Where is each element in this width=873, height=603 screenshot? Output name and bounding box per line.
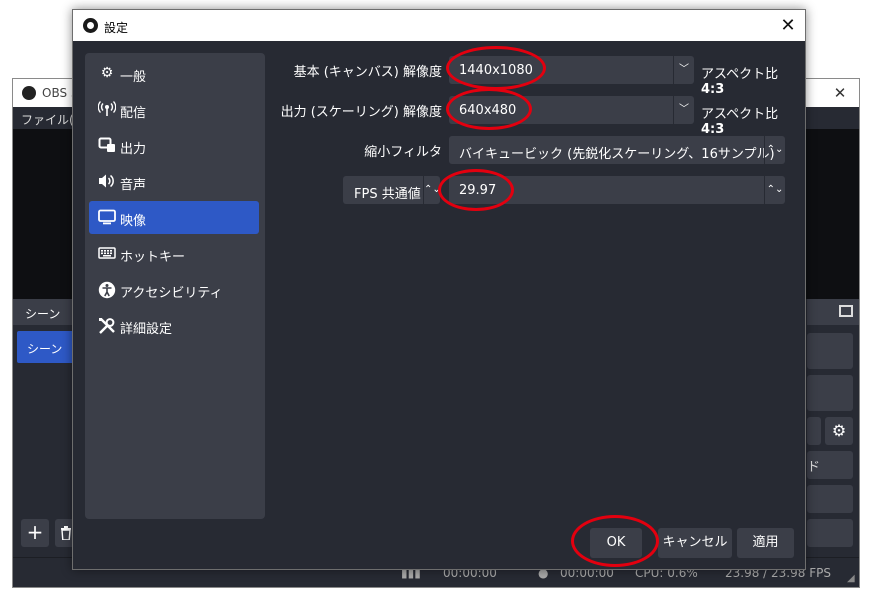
dialog-titlebar: 設定 ✕ [73,10,805,41]
base-resolution-value: 1440x1080 [459,63,533,78]
base-resolution-combo[interactable]: 1440x1080 ﹀ [449,56,694,84]
fps-type-value: FPS 共通値 [354,187,421,202]
chevron-down-icon[interactable]: ﹀ [673,56,694,84]
apply-button[interactable]: 適用 [737,528,794,558]
sidebar-item-hotkeys[interactable]: ホットキー [89,237,259,270]
sidebar-item-label: 出力 [120,142,147,157]
ok-button[interactable]: OK [590,528,642,558]
trash-icon [61,526,71,541]
scenes-dock-title: シーン [25,307,61,321]
obs-logo-icon [83,18,98,33]
resize-grip-icon[interactable]: ◢ [847,573,857,584]
monitor-icon [98,209,116,226]
chevron-down-icon[interactable]: ﹀ [673,96,694,124]
fps-value: 29.97 [459,183,497,198]
sidebar-item-advanced[interactable]: 詳細設定 [89,309,259,342]
keyboard-icon [98,245,116,262]
fps-value-select[interactable]: 29.97 ⌃⌄ [449,176,785,204]
speaker-icon [98,173,116,190]
add-scene-button[interactable]: + [21,519,49,547]
sidebar-item-audio[interactable]: 音声 [89,165,259,198]
aspect-label: アスペクト比 [701,107,779,122]
dock-button-label: ド [807,460,821,475]
downscale-filter-value: バイキュービック (先鋭化スケーリング、16サンプル) [459,147,775,162]
fps-type-select[interactable]: FPS 共通値 ⌃⌄ [343,176,441,204]
dock-button-6[interactable] [807,519,853,547]
output-resolution-label: 出力 (スケーリング) 解像度 [280,105,442,120]
output-icon [98,137,116,154]
sidebar-item-label: ホットキー [120,250,186,265]
updown-arrow-icon[interactable]: ⌃⌄ [764,176,785,204]
downscale-filter-select[interactable]: バイキュービック (先鋭化スケーリング、16サンプル) ⌃⌄ [449,136,785,164]
gear-icon: ⚙ [100,65,114,81]
antenna-icon [97,101,117,118]
dock-button-5[interactable] [807,485,853,513]
sidebar-item-video[interactable]: 映像 [89,201,259,234]
accessibility-icon [98,281,116,299]
aspect-label: アスペクト比 [701,67,779,82]
sidebar-item-label: 一般 [120,70,147,85]
sidebar-item-general[interactable]: ⚙ 一般 [89,57,259,90]
dialog-title: 設定 [104,21,129,35]
cancel-button[interactable]: キャンセル [658,528,732,558]
dialog-close-button[interactable]: ✕ [773,12,803,39]
scene-item-label: シーン [27,342,63,356]
sidebar-item-stream[interactable]: 配信 [89,93,259,126]
dock-gear-icon[interactable]: ⚙ [825,417,853,445]
scenes-dock-header: シーン [13,299,73,325]
sidebar-item-label: 音声 [120,178,147,193]
sidebar-item-output[interactable]: 出力 [89,129,259,162]
sidebar-item-label: 詳細設定 [120,322,173,337]
settings-sidebar: ⚙ 一般 配信 出力 音声 映像 ホットキー アクセシビリティ 詳細設定 [85,53,265,519]
output-resolution-value: 640x480 [459,103,517,118]
sidebar-item-label: 映像 [120,214,147,229]
dock-button-3[interactable] [807,417,821,445]
base-resolution-label: 基本 (キャンバス) 解像度 [293,65,442,80]
dock-button-2[interactable] [807,375,853,411]
output-resolution-combo[interactable]: 640x480 ﹀ [449,96,694,124]
dock-button-4[interactable]: ド [807,451,853,479]
dock-button-1[interactable] [807,333,853,369]
aspect-value: 4:3 [701,82,725,97]
updown-arrow-icon[interactable]: ⌃⌄ [423,176,441,204]
updown-arrow-icon[interactable]: ⌃⌄ [764,136,785,164]
base-aspect-ratio: アスペクト比 4:3 [701,63,805,97]
settings-dialog: 設定 ✕ ⚙ 一般 配信 出力 音声 映像 ホットキー アクセシビリティ 詳細設… [72,9,806,570]
aspect-value: 4:3 [701,122,725,137]
downscale-filter-label: 縮小フィルタ [364,145,442,160]
scene-list-item[interactable]: シーン [17,331,75,363]
tools-icon [98,317,116,334]
dock-float-icon[interactable] [839,305,853,317]
output-aspect-ratio: アスペクト比 4:3 [701,103,805,137]
sidebar-item-label: 配信 [120,106,147,121]
sidebar-item-accessibility[interactable]: アクセシビリティ [89,273,259,306]
obs-logo-icon [22,86,36,100]
sidebar-item-label: アクセシビリティ [120,286,223,301]
main-close-icon[interactable]: ✕ [825,81,855,105]
